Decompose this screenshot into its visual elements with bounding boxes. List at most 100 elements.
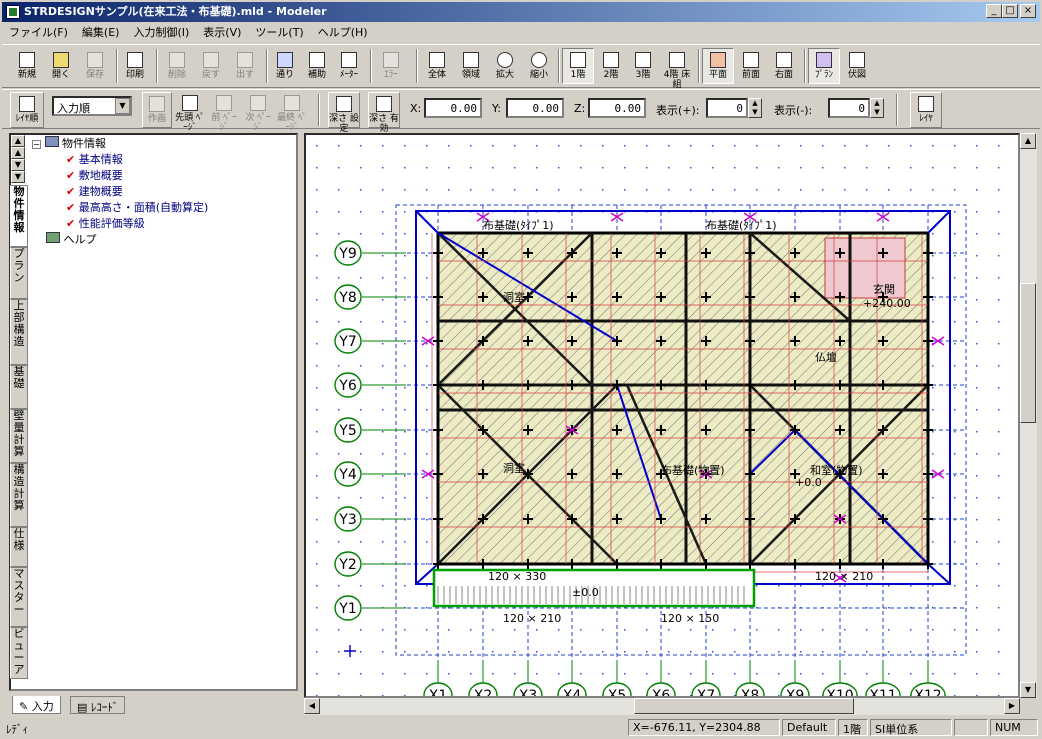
x-axis-label: X10 — [826, 688, 853, 698]
redo-button[interactable]: 出す — [230, 49, 260, 85]
error-icon — [383, 52, 399, 68]
display-minus-field[interactable]: 0 — [828, 98, 870, 118]
plan-mode-button[interactable]: ﾌﾟﾗﾝ — [808, 48, 840, 84]
save-button[interactable]: 保存 — [80, 49, 110, 85]
minimize-button[interactable]: _ — [986, 4, 1002, 18]
tab-scroll-up-icon[interactable]: ▲ — [11, 147, 25, 159]
draw-button[interactable]: 作画 — [142, 92, 172, 128]
view-whole-button[interactable]: 全体 — [422, 49, 452, 85]
y-coord-field[interactable]: 0.00 — [506, 98, 564, 118]
vertical-scrollbar[interactable]: ▲ ▼ — [1020, 133, 1037, 698]
layer-button[interactable]: ﾚｲﾔ — [910, 92, 942, 128]
side-tab-6[interactable]: 構造計算 — [10, 463, 28, 527]
maximize-button[interactable]: □ — [1002, 4, 1018, 18]
x-coord-field[interactable]: 0.00 — [424, 98, 482, 118]
collapse-icon[interactable]: − — [32, 140, 41, 149]
tree-root[interactable]: − 物件情報 — [32, 136, 294, 152]
tree-item-basic-info[interactable]: ✔ 基本情報 — [32, 152, 294, 168]
floor1-button[interactable]: 1階 — [562, 48, 594, 84]
z-coord-field[interactable]: 0.00 — [588, 98, 646, 118]
display-plus-field[interactable]: 0 — [706, 98, 748, 118]
y-axis-label: Y5 — [338, 423, 356, 439]
scroll-thumb[interactable] — [1020, 283, 1036, 423]
toolbar-separator — [116, 49, 118, 83]
menu-help[interactable]: ヘルプ(H) — [311, 22, 375, 42]
tree-item-site[interactable]: ✔ 敷地概要 — [32, 168, 294, 184]
tab-scroll-top-icon[interactable]: ▲ — [11, 135, 25, 147]
grid-line-button[interactable]: 通り — [270, 49, 300, 85]
chevron-down-icon[interactable]: ▼ — [115, 98, 130, 114]
scroll-down-icon[interactable]: ▼ — [1020, 682, 1036, 698]
depth-set-button[interactable]: 深さ 設定 — [328, 92, 360, 134]
plan-text: 布基礎(ﾀｲﾌﾟ1) — [706, 219, 777, 232]
side-tab-9[interactable]: ビューア — [10, 627, 28, 679]
depth-valid-button[interactable]: 深さ 有効 — [368, 92, 400, 134]
next-page-button[interactable]: 次 ﾍﾟｰｼﾞ — [242, 92, 274, 133]
modeler-window: STRDESIGNサンプル(在来工法・布基礎).mld - Modeler _ … — [0, 0, 1042, 739]
drawing-canvas[interactable]: Y9 Y8 Y7 Y6 Y5 Y4 Y3 Y2 Y1 X1 X2 X3 X4 X5 X6 X7 X8 X9 X10 X… — [304, 133, 1020, 698]
scroll-thumb[interactable] — [634, 698, 854, 714]
close-button[interactable]: × — [1020, 4, 1036, 18]
y-axis-label: Y6 — [338, 378, 357, 394]
layer-order-icon — [19, 96, 35, 112]
open-button[interactable]: 開く — [46, 49, 76, 85]
floor2-button[interactable]: 2階 — [596, 49, 626, 85]
right-label: 右面 — [774, 70, 793, 80]
side-tab-5[interactable]: 壁量計算 — [10, 409, 28, 463]
tree-item-performance[interactable]: ✔ 性能評価等級 — [32, 216, 294, 232]
side-tab-4[interactable]: 基礎 — [10, 365, 28, 409]
side-tab-8[interactable]: マスター — [10, 567, 28, 627]
horizontal-scrollbar[interactable]: ◀ ▶ — [304, 698, 1020, 715]
tree-item-height-area[interactable]: ✔ 最高高さ・面積(自動算定) — [32, 200, 294, 216]
scroll-up-icon[interactable]: ▲ — [1020, 133, 1036, 149]
toolbar-separator — [416, 49, 418, 83]
input-order-select[interactable]: 入力順 ▼ — [52, 96, 132, 116]
new-button[interactable]: 新規 — [12, 49, 42, 85]
last-page-button[interactable]: 最終 ﾍﾟｰｼﾞ — [276, 92, 308, 133]
menu-tool[interactable]: ツール(T) — [248, 22, 310, 42]
delete-button[interactable]: 削除 — [162, 49, 192, 85]
side-tab-1[interactable]: 物件情報 — [10, 185, 28, 247]
undo-button[interactable]: 戻す — [196, 49, 226, 85]
prev-page-button[interactable]: 前 ﾍﾟｰｼﾞ — [208, 92, 240, 133]
zoom-in-button[interactable]: 拡大 — [490, 49, 520, 85]
tree-item-help[interactable]: ヘルプ — [32, 232, 294, 248]
tab-record[interactable]: ▤ ﾚｺｰﾄﾞ — [70, 696, 126, 714]
layer-order-button[interactable]: ﾚｲﾔ順 — [10, 92, 44, 128]
menu-view[interactable]: 表示(V) — [196, 22, 248, 42]
tab-input[interactable]: ✎ 入力 — [12, 696, 61, 714]
print-button[interactable]: 印刷 — [120, 49, 150, 85]
side-tab-3[interactable]: 上部構造 — [10, 299, 28, 365]
scroll-right-icon[interactable]: ▶ — [1004, 698, 1020, 714]
plan-mode-icon — [816, 52, 832, 68]
floor3-button[interactable]: 3階 — [628, 49, 658, 85]
menu-file[interactable]: ファイル(F) — [2, 22, 75, 42]
floor-frame-button[interactable]: 4階 床組 — [660, 49, 694, 90]
fuku-view-button[interactable]: 伏図 — [842, 49, 872, 85]
menu-input-control[interactable]: 入力制御(I) — [126, 22, 196, 42]
tab-scroll-bottom-icon[interactable]: ▼ — [11, 171, 25, 183]
side-tab-2[interactable]: プラン — [10, 247, 28, 299]
plan-view-button[interactable]: 平面 — [702, 48, 734, 84]
undo-icon — [203, 52, 219, 68]
tab-scroll-down-icon[interactable]: ▼ — [11, 159, 25, 171]
zoom-out-button[interactable]: 縮小 — [524, 49, 554, 85]
aux-line-button[interactable]: 補助 — [302, 49, 332, 85]
menu-edit[interactable]: 編集(E) — [75, 22, 127, 42]
foundation-plan-drawing[interactable]: Y9 Y8 Y7 Y6 Y5 Y4 Y3 Y2 Y1 X1 X2 X3 X4 X5 X6 X7 X8 X9 X10 X… — [306, 135, 1020, 698]
side-tab-7[interactable]: 仕様 — [10, 527, 28, 567]
fit-all-icon — [429, 52, 445, 68]
display-plus-spinner[interactable]: ▲ ▼ — [748, 98, 762, 118]
front-view-button[interactable]: 前面 — [736, 49, 766, 85]
display-minus-label: 表示(-): — [774, 104, 813, 117]
display-minus-spinner[interactable]: ▲ ▼ — [870, 98, 884, 118]
layer-label: ﾚｲﾔ — [919, 114, 933, 124]
error-button[interactable]: ｴﾗｰ — [376, 49, 406, 85]
scroll-left-icon[interactable]: ◀ — [304, 698, 320, 714]
right-view-button[interactable]: 右面 — [768, 49, 800, 85]
plan-label: 平面 — [708, 70, 727, 80]
first-page-button[interactable]: 先頭 ﾍﾟｰｼﾞ — [174, 92, 206, 133]
meter-button[interactable]: ﾒｰﾀｰ — [334, 49, 364, 85]
view-region-button[interactable]: 領域 — [456, 49, 486, 85]
tree-item-building[interactable]: ✔ 建物概要 — [32, 184, 294, 200]
